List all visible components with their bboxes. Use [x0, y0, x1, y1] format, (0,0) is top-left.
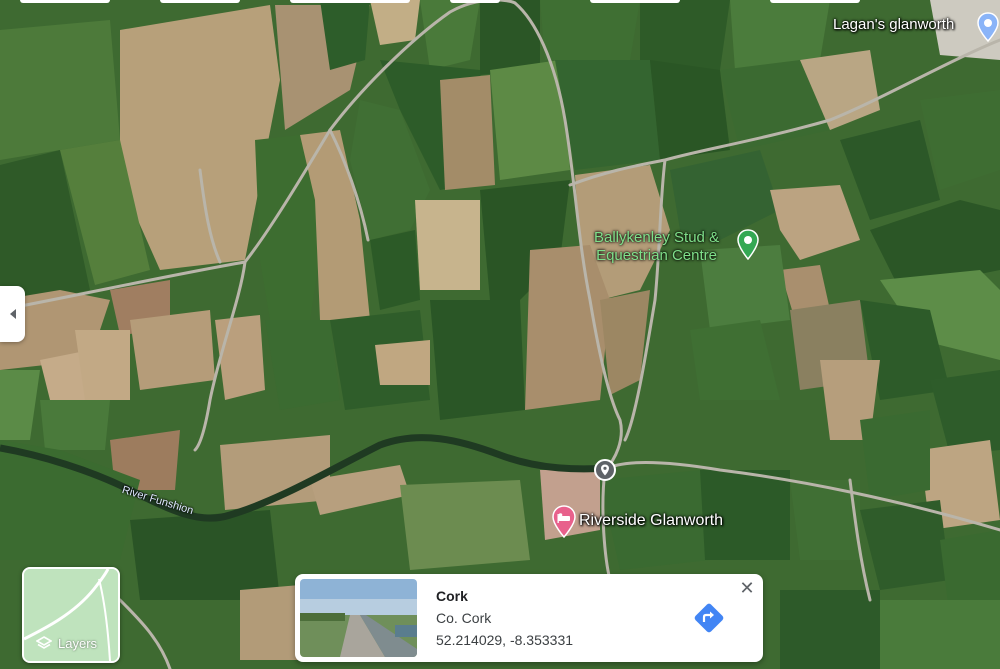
dropped-pin-icon[interactable]: [594, 459, 616, 481]
top-chip[interactable]: [160, 0, 240, 3]
place-label-riverside[interactable]: Riverside Glanworth: [579, 512, 723, 530]
place-label-line1: Ballykenley Stud &: [594, 229, 720, 246]
location-region: Co. Cork: [436, 610, 492, 626]
close-icon[interactable]: ✕: [737, 578, 757, 598]
top-chip[interactable]: [450, 0, 500, 3]
satellite-map[interactable]: [0, 0, 1000, 669]
top-chip[interactable]: [770, 0, 860, 3]
directions-button[interactable]: [690, 599, 728, 637]
directions-icon: [694, 603, 724, 633]
bed-icon[interactable]: [551, 505, 577, 539]
collapse-side-panel-button[interactable]: [0, 286, 25, 342]
place-pin-icon[interactable]: [736, 229, 760, 261]
layers-text: Layers: [58, 635, 98, 651]
place-label-line2: Equestrian Centre: [596, 247, 717, 264]
layers-button[interactable]: Layers: [22, 567, 120, 663]
place-label-text: Riverside Glanworth: [579, 512, 724, 529]
layers-label: Layers: [36, 635, 97, 651]
top-chip[interactable]: [590, 0, 680, 3]
chevron-left-icon: [9, 309, 16, 319]
street-view-image: [300, 579, 417, 657]
place-pin-icon[interactable]: [976, 12, 1000, 42]
location-coordinates[interactable]: 52.214029, -8.353331: [436, 632, 573, 648]
place-label-ballykenley[interactable]: Ballykenley Stud & Equestrian Centre: [594, 229, 719, 265]
location-info-card[interactable]: Cork Co. Cork 52.214029, -8.353331 ✕: [295, 574, 763, 662]
layers-stack-icon: [36, 636, 52, 649]
top-chip[interactable]: [290, 0, 410, 3]
top-chip[interactable]: [20, 0, 110, 3]
location-title: Cork: [436, 588, 468, 604]
street-view-thumbnail[interactable]: [300, 579, 417, 657]
place-label-lagans[interactable]: Lagan's glanworth: [833, 16, 954, 33]
place-label-text: Lagan's glanworth: [833, 16, 955, 33]
